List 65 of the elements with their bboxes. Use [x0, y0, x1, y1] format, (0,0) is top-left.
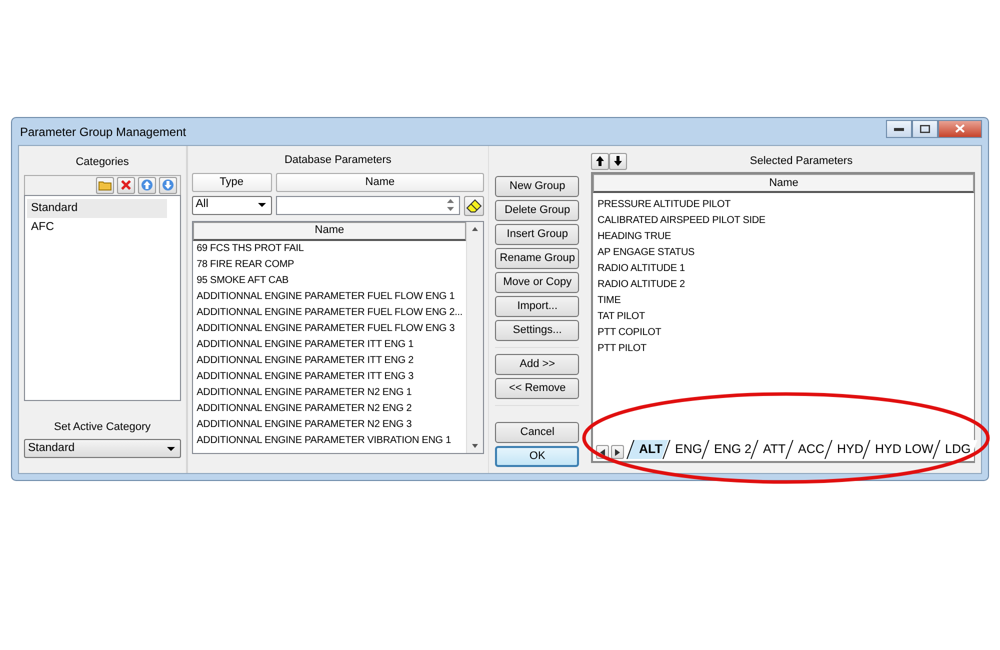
dropdown-arrow-icon	[166, 446, 175, 450]
list-row[interactable]: ADDITIONNAL ENGINE PARAMETER VIBRATION ENG 1	[192, 432, 466, 448]
dialog-button[interactable]: Add >>	[495, 354, 580, 375]
column-header: Name	[593, 174, 974, 193]
type-dropdown[interactable]: All	[192, 196, 272, 214]
list-row[interactable]: ADDITIONNAL ENGINE PARAMETER ITT ENG 1	[192, 336, 466, 352]
list-row[interactable]: PTT PILOT	[593, 341, 974, 357]
list-row[interactable]: ADDITIONNAL ENGINE PARAMETER ITT ENG 3	[192, 368, 466, 384]
category-item[interactable]: AFC	[27, 218, 167, 237]
maximize-button[interactable]	[912, 120, 938, 138]
list-row[interactable]: ADDITIONNAL ENGINE PARAMETER FUEL FLOW ENG 1	[192, 288, 466, 304]
list-row[interactable]: CALIBRATED AIRSPEED PILOT SIDE	[593, 213, 974, 229]
list-row[interactable]: RADIO ALTITUDE 1	[593, 261, 974, 277]
spin-arrows-icon	[446, 197, 456, 213]
scrollbar[interactable]	[466, 222, 484, 452]
panel-heading: Database Parameters	[283, 153, 392, 168]
eraser-icon[interactable]	[464, 196, 484, 216]
name-filter-field[interactable]	[276, 196, 460, 214]
list-row[interactable]: AP ENGAGE STATUS	[593, 245, 974, 261]
minimize-button[interactable]	[886, 120, 912, 138]
panel-heading: Selected Parameters	[748, 154, 854, 169]
list-row[interactable]: PRESSURE ALTITUDE PILOT	[593, 197, 974, 213]
list-row[interactable]: ADDITIONNAL ENGINE PARAMETER FUEL FLOW ENG 2...	[192, 304, 466, 320]
folder-icon[interactable]	[96, 176, 114, 194]
column-header: Name	[276, 172, 484, 192]
category-dropdown[interactable]: Standard	[24, 439, 181, 458]
close-button[interactable]	[938, 120, 982, 138]
dialog-button[interactable]: Import...	[495, 296, 580, 317]
dialog-button[interactable]: Insert Group	[495, 224, 580, 245]
list-row[interactable]: ADDITIONNAL ENGINE PARAMETER N2 ENG 2	[192, 400, 466, 416]
list-row[interactable]: 95 SMOKE AFT CAB	[192, 272, 466, 288]
maximize-icon	[920, 124, 930, 132]
dropdown-arrow-icon	[258, 203, 266, 207]
column-header: Type	[192, 172, 272, 192]
list-row[interactable]: HEADING TRUE	[593, 229, 974, 245]
delete-icon[interactable]	[116, 176, 135, 194]
list-row[interactable]: TAT PILOT	[593, 309, 974, 325]
list-row[interactable]: ADDITIONNAL ENGINE PARAMETER FUEL FLOW ENG 3	[192, 320, 466, 336]
list-row[interactable]: TIME	[593, 293, 974, 309]
dialog-button[interactable]: Cancel	[495, 422, 580, 443]
dialog-button[interactable]: Settings...	[495, 320, 580, 341]
list-row[interactable]: 69 FCS THS PROT FAIL	[192, 240, 466, 256]
column-header: Name	[192, 222, 466, 240]
list-row[interactable]: 78 FIRE REAR COMP	[192, 256, 466, 272]
close-icon	[955, 124, 965, 133]
field-label: Set Active Category	[53, 420, 152, 434]
panel-heading: Categories	[74, 155, 130, 170]
dialog-button[interactable]: Move or Copy	[495, 272, 580, 293]
dialog-button[interactable]: << Remove	[495, 378, 580, 399]
minimize-icon	[894, 126, 904, 130]
dialog-button[interactable]: Delete Group	[495, 200, 580, 221]
sheet-tab[interactable]: ALT	[627, 440, 670, 459]
dialog-button[interactable]: New Group	[495, 176, 580, 197]
window-title: Parameter Group Management	[19, 124, 186, 140]
move-down-icon[interactable]	[609, 152, 628, 170]
list-row[interactable]: RADIO ALTITUDE 2	[593, 277, 974, 293]
move-up-icon[interactable]	[591, 152, 610, 170]
list-row[interactable]: ADDITIONNAL ENGINE PARAMETER N2 ENG 1	[192, 384, 466, 400]
list-row[interactable]: ADDITIONNAL ENGINE PARAMETER N2 ENG 3	[192, 416, 466, 432]
scroll-right-icon[interactable]	[611, 445, 624, 459]
dialog-button[interactable]: OK	[495, 446, 580, 467]
dialog-button[interactable]: Rename Group	[495, 248, 580, 269]
list-row[interactable]: PTT COPILOT	[593, 325, 974, 341]
list-row[interactable]: ADDITIONNAL ENGINE PARAMETER ITT ENG 2	[192, 352, 466, 368]
category-item[interactable]: Standard	[27, 198, 167, 218]
